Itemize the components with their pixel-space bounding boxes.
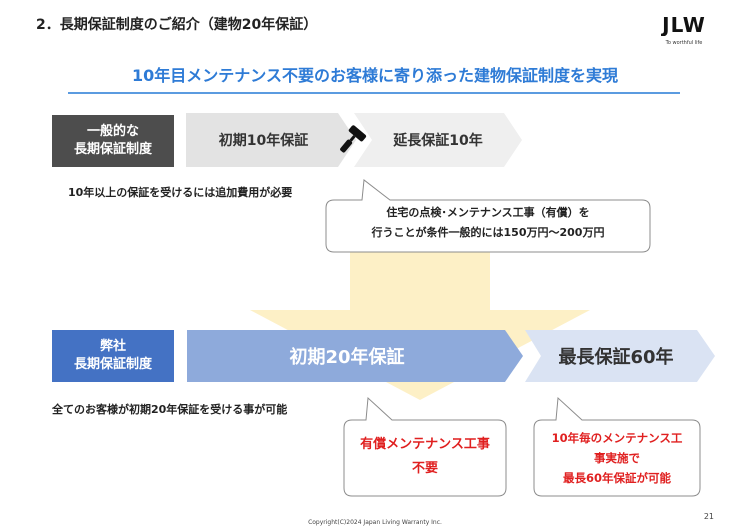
general-note: 10年以上の保証を受けるには追加費用が必要 [68, 186, 293, 199]
logo-mark: JLW [660, 13, 706, 36]
slide-subtitle: 10年目メンテナンス不要のお客様に寄り添った建物保証制度を実現 [132, 66, 618, 85]
our-system-label: 弊社 長期保証制度 [52, 330, 174, 382]
general-label-line2: 長期保証制度 [73, 142, 152, 157]
general-initial-chevron: 初期10年保証 [186, 113, 356, 167]
our-callout1-line1: 有償メンテナンス工事 [360, 437, 490, 452]
our-callout2-line3: 最長60年保証が可能 [562, 471, 671, 485]
our-max-chevron: 最長保証60年 [525, 330, 715, 382]
page-number: 21 [703, 512, 714, 521]
general-label-line1: 一般的な [86, 124, 139, 139]
our-callout2-line1: 10年毎のメンテナンス工 [551, 431, 683, 445]
logo-text: JLW [660, 13, 706, 36]
logo-tagline: To worthful life [665, 40, 703, 46]
page-title: 2．長期保証制度のご紹介（建物20年保証） [36, 17, 318, 33]
our-max-label: 最長保証60年 [558, 347, 674, 368]
general-initial-label: 初期10年保証 [218, 133, 309, 149]
company-logo: JLW To worthful life [654, 12, 714, 48]
our-callout1-line2: 不要 [411, 461, 438, 476]
our-initial-label: 初期20年保証 [289, 347, 405, 368]
general-extended-label: 延長保証10年 [393, 133, 483, 149]
our-label-line1: 弊社 [99, 339, 126, 354]
our-callout2-line2: 事実施で [594, 451, 640, 465]
general-callout-line2: 行うことが条件一般的には150万円～200万円 [371, 226, 605, 239]
our-callout1-text: 有償メンテナンス工事 不要 [344, 433, 506, 481]
general-extended-chevron: 延長保証10年 [354, 113, 522, 167]
our-note: 全てのお客様が初期20年保証を受ける事が可能 [52, 403, 288, 416]
copyright-footer: Copyright(C)2024 Japan Living Warranty I… [308, 519, 442, 526]
general-callout-line1: 住宅の点検･メンテナンス工事（有償）を [386, 206, 590, 219]
general-system-label: 一般的な 長期保証制度 [52, 115, 174, 167]
subtitle-underline [68, 92, 680, 94]
general-callout-text: 住宅の点検･メンテナンス工事（有償）を 行うことが条件一般的には150万円～20… [326, 203, 650, 243]
our-callout2-text: 10年毎のメンテナンス工 事実施で 最長60年保証が可能 [534, 428, 700, 488]
our-label-line2: 長期保証制度 [73, 357, 152, 372]
roller-brush-icon [340, 125, 367, 153]
our-initial-chevron: 初期20年保証 [187, 330, 523, 382]
